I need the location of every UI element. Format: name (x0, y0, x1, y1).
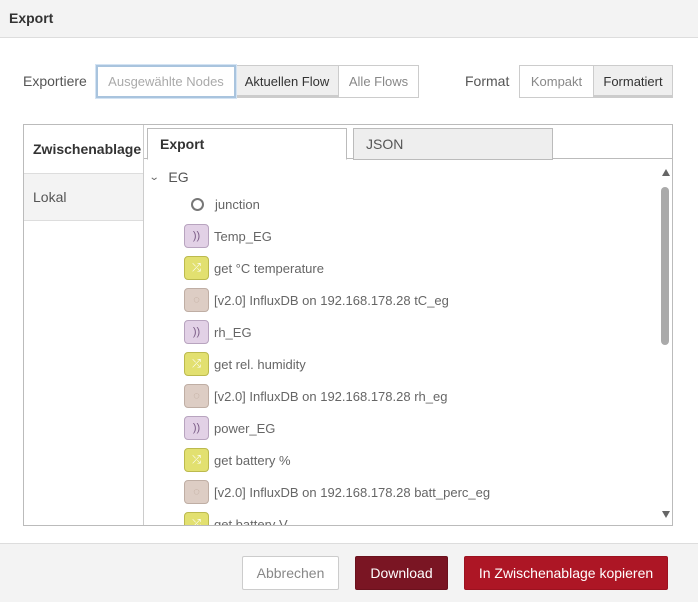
tree-node-label: [v2.0] InfluxDB on 192.168.178.28 batt_p… (214, 484, 491, 500)
dialog-footer: Abbrechen Download In Zwischenablage kop… (0, 543, 698, 602)
tab-json[interactable]: JSON (353, 128, 553, 160)
side-tabs: Zwischenablage Lokal (24, 125, 144, 525)
shuffle-icon: ⤮ (184, 352, 209, 376)
tree-node-label: [v2.0] InfluxDB on 192.168.178.28 rh_eg (214, 388, 448, 404)
tree-node-label: get °C temperature (214, 260, 324, 276)
scroll-up-arrow-icon[interactable] (662, 169, 670, 176)
content-tabbar: Export JSON (144, 125, 672, 160)
tree-node[interactable]: )) rh_EG (184, 320, 252, 344)
tree-node-label: rh_EG (214, 324, 252, 340)
tree-node-label: power_EG (214, 420, 276, 436)
scope-all-flows-button[interactable]: Alle Flows (338, 65, 419, 98)
cancel-button[interactable]: Abbrechen (242, 556, 339, 590)
export-scope-label: Exportiere (23, 73, 87, 89)
export-tree: ⌄ EG junction)) Temp_EG ⤮ get °C temperatur… (144, 160, 660, 525)
database-icon: ◌ (184, 288, 209, 312)
wireless-icon: )) (184, 320, 209, 344)
tree-node[interactable]: ⤮ get battery % (184, 448, 291, 472)
tree-node[interactable]: ◌ [v2.0] InfluxDB on 192.168.178.28 tC_eg (184, 288, 449, 312)
tree-node[interactable]: ◌ [v2.0] InfluxDB on 192.168.178.28 batt_… (184, 480, 490, 504)
scope-selected-nodes-button[interactable]: Ausgewählte Nodes (96, 65, 236, 98)
wireless-icon: )) (184, 416, 209, 440)
database-icon: ◌ (184, 480, 209, 504)
scroll-down-arrow-icon[interactable] (662, 511, 670, 518)
tree-node-label: junction (215, 196, 260, 212)
tree-root[interactable]: ⌄ EG (149, 169, 189, 185)
copy-to-clipboard-button[interactable]: In Zwischenablage kopieren (464, 556, 668, 590)
tree-node[interactable]: ⤮ get °C temperature (184, 256, 324, 280)
side-tab-local[interactable]: Lokal (24, 173, 143, 221)
wireless-icon: )) (184, 224, 209, 248)
format-label: Format (465, 73, 510, 89)
side-tab-clipboard[interactable]: Zwischenablage (24, 125, 143, 173)
export-panel: Zwischenablage Lokal Export JSON ⌄ EG ju… (23, 124, 673, 526)
dialog-title: Export (9, 10, 54, 26)
format-group: Kompakt Formatiert (519, 65, 673, 98)
scrollbar-thumb[interactable] (661, 187, 669, 345)
tree-node[interactable]: junction (184, 192, 260, 216)
shuffle-icon: ⤮ (184, 256, 209, 280)
export-scope-group: Ausgewählte Nodes Aktuellen Flow Alle Fl… (96, 65, 419, 98)
tree-node-label: get battery % (214, 452, 291, 468)
tree-node-label: get rel. humidity (214, 356, 306, 372)
tree-node-label: get battery V (214, 516, 288, 526)
database-icon: ◌ (184, 384, 209, 408)
dialog-titlebar: Export (0, 0, 698, 38)
shuffle-icon: ⤮ (184, 512, 209, 525)
format-formatted-button[interactable]: Formatiert (593, 65, 673, 98)
tree-node[interactable]: )) power_EG (184, 416, 275, 440)
scope-current-flow-button[interactable]: Aktuellen Flow (235, 65, 339, 98)
tree-node[interactable]: )) Temp_EG (184, 224, 272, 248)
tree-node[interactable]: ⤮ get battery V (184, 512, 288, 525)
tree-root-label: EG (168, 169, 189, 185)
download-button[interactable]: Download (355, 556, 448, 590)
tree-node-label: [v2.0] InfluxDB on 192.168.178.28 tC_eg (214, 292, 449, 308)
tree-node[interactable]: ◌ [v2.0] InfluxDB on 192.168.178.28 rh_eg (184, 384, 447, 408)
tree-scrollbar[interactable] (660, 160, 673, 525)
tab-export[interactable]: Export (147, 128, 347, 160)
shuffle-icon: ⤮ (184, 448, 209, 472)
format-compact-button[interactable]: Kompakt (519, 65, 594, 98)
junction-icon (191, 197, 204, 211)
chevron-down-icon[interactable]: ⌄ (149, 172, 160, 183)
tree-node[interactable]: ⤮ get rel. humidity (184, 352, 306, 376)
tree-node-label: Temp_EG (214, 228, 272, 244)
